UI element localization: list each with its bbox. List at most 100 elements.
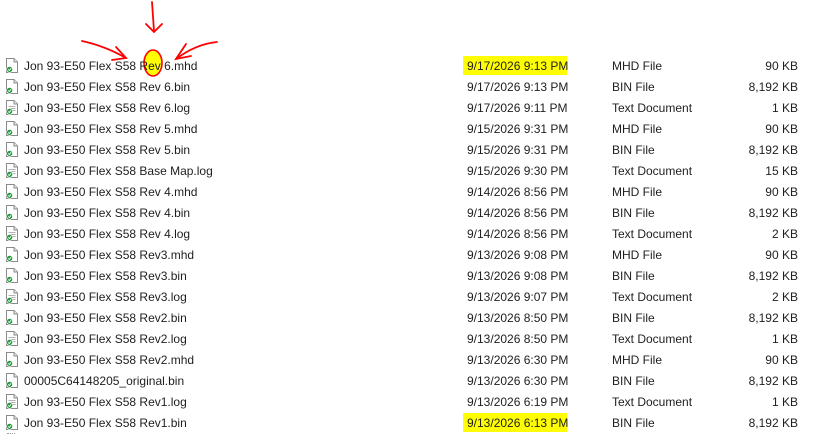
file-row-9[interactable]: Jon 93-E50 Flex S58 Rev 4.log 9/14/2026 …: [0, 223, 817, 244]
file-size: 8,192 KB: [748, 206, 798, 220]
file-name: Jon 93-E50 Flex S58 Rev 4.bin: [24, 206, 191, 220]
text-document-icon: [6, 100, 18, 115]
file-type: MHD File: [612, 353, 662, 367]
file-name: Jon 93-E50 Flex S58 Rev 4.log: [24, 227, 191, 241]
generic-file-icon: [6, 121, 18, 136]
file-size: 15 KB: [765, 164, 798, 178]
file-size: 90 KB: [765, 122, 798, 136]
file-type: BIN File: [612, 143, 655, 157]
file-date-modified: 9/13/2026 6:30 PM: [467, 353, 569, 367]
generic-file-icon: [6, 142, 18, 157]
file-date-modified: 9/13/2026 6:13 PM: [467, 416, 569, 430]
file-size: 8,192 KB: [748, 311, 798, 325]
file-type: Text Document: [612, 290, 693, 304]
file-size: 8,192 KB: [748, 80, 798, 94]
file-name: Jon 93-E50 Flex S58 Rev 5.mhd: [24, 122, 198, 136]
file-date-modified: 9/15/2026 9:30 PM: [467, 164, 569, 178]
file-type: BIN File: [612, 416, 655, 430]
file-date-modified: 9/13/2026 9:08 PM: [467, 248, 569, 262]
file-size: 1 KB: [771, 101, 798, 115]
file-name: Jon 93-E50 Flex S58 Rev3.bin: [24, 269, 187, 283]
file-type: MHD File: [612, 59, 662, 73]
file-date-modified: 9/13/2026 8:50 PM: [467, 311, 569, 325]
file-row-5[interactable]: Jon 93-E50 Flex S58 Rev 5.bin 9/15/2026 …: [0, 139, 817, 160]
file-row-7[interactable]: Jon 93-E50 Flex S58 Rev 4.mhd 9/14/2026 …: [0, 181, 817, 202]
file-date-modified: 9/14/2026 8:56 PM: [467, 206, 569, 220]
file-date-modified: 9/13/2026 6:19 PM: [467, 395, 569, 409]
file-type: BIN File: [612, 80, 655, 94]
file-date-modified: 9/13/2026 8:50 PM: [467, 332, 569, 346]
file-row-18[interactable]: Jon 93-E50 Flex S58 Rev1.bin 9/13/2026 6…: [0, 412, 817, 433]
generic-file-icon: [6, 205, 18, 220]
generic-file-icon: [6, 310, 18, 325]
generic-file-icon: [6, 184, 18, 199]
file-date-modified: 9/15/2026 9:31 PM: [467, 122, 569, 136]
file-row-13[interactable]: Jon 93-E50 Flex S58 Rev2.bin 9/13/2026 8…: [0, 307, 817, 328]
file-name: Jon 93-E50 Flex S58 Rev1.log: [24, 395, 187, 409]
file-row-10[interactable]: Jon 93-E50 Flex S58 Rev3.mhd 9/13/2026 9…: [0, 244, 817, 265]
file-size: 2 KB: [771, 290, 798, 304]
arrow-down: [145, 1, 163, 34]
file-name: Jon 93-E50 Flex S58 Base Map.log: [24, 164, 213, 178]
file-row-15[interactable]: Jon 93-E50 Flex S58 Rev2.mhd 9/13/2026 6…: [0, 349, 817, 370]
file-type: BIN File: [612, 206, 655, 220]
file-name: 00005C64148205_original.bin: [24, 374, 185, 388]
file-row-4[interactable]: Jon 93-E50 Flex S58 Rev 5.mhd 9/15/2026 …: [0, 118, 817, 139]
file-name: Jon 93-E50 Flex S58 Rev 6.bin: [24, 80, 191, 94]
generic-file-icon: [6, 247, 18, 262]
file-date-modified: 9/14/2026 8:56 PM: [467, 185, 569, 199]
file-row-12[interactable]: Jon 93-E50 Flex S58 Rev3.log 9/13/2026 9…: [0, 286, 817, 307]
file-name: Jon 93-E50 Flex S58 Rev2.bin: [24, 311, 187, 325]
file-row-2[interactable]: Jon 93-E50 Flex S58 Rev 6.bin 9/17/2026 …: [0, 76, 817, 97]
file-date-modified: 9/13/2026 9:07 PM: [467, 290, 569, 304]
file-type: Text Document: [612, 164, 693, 178]
file-type: Text Document: [612, 227, 693, 241]
file-name: Jon 93-E50 Flex S58 Rev 6.mhd: [24, 59, 198, 73]
file-date-modified: 9/13/2026 9:08 PM: [467, 269, 569, 283]
list-end-marker: [7, 433, 15, 434]
file-type: BIN File: [612, 311, 655, 325]
file-size: 8,192 KB: [748, 269, 798, 283]
generic-file-icon: [6, 268, 18, 283]
file-type: BIN File: [612, 269, 655, 283]
file-size: 90 KB: [765, 248, 798, 262]
text-document-icon: [6, 331, 18, 346]
file-size: 90 KB: [765, 59, 798, 73]
file-type: Text Document: [612, 101, 693, 115]
file-date-modified: 9/17/2026 9:13 PM: [467, 59, 569, 73]
text-document-icon: [6, 163, 18, 178]
file-row-17[interactable]: Jon 93-E50 Flex S58 Rev1.log 9/13/2026 6…: [0, 391, 817, 412]
file-size: 1 KB: [771, 332, 798, 346]
generic-file-icon: [6, 352, 18, 367]
generic-file-icon: [6, 79, 18, 94]
file-row-3[interactable]: Jon 93-E50 Flex S58 Rev 6.log 9/17/2026 …: [0, 97, 817, 118]
file-row-1[interactable]: Jon 93-E50 Flex S58 Rev 6.mhd 9/17/2026 …: [0, 55, 817, 76]
file-date-modified: 9/17/2026 9:13 PM: [467, 80, 569, 94]
file-type: MHD File: [612, 185, 662, 199]
generic-file-icon: [6, 373, 18, 388]
text-document-icon: [6, 226, 18, 241]
file-name: Jon 93-E50 Flex S58 Rev3.log: [24, 290, 187, 304]
file-list: Jon 93-E50 Flex S58 Rev 6.mhd 9/17/2026 …: [0, 55, 817, 433]
file-size: 8,192 KB: [748, 374, 798, 388]
file-row-6[interactable]: Jon 93-E50 Flex S58 Base Map.log 9/15/20…: [0, 160, 817, 181]
file-row-8[interactable]: Jon 93-E50 Flex S58 Rev 4.bin 9/14/2026 …: [0, 202, 817, 223]
file-type: Text Document: [612, 332, 693, 346]
file-size: 1 KB: [771, 395, 798, 409]
file-name: Jon 93-E50 Flex S58 Rev 4.mhd: [24, 185, 198, 199]
file-name: Jon 93-E50 Flex S58 Rev1.bin: [24, 416, 187, 430]
file-type: BIN File: [612, 374, 655, 388]
file-row-16[interactable]: 00005C64148205_original.bin 9/13/2026 6:…: [0, 370, 817, 391]
file-date-modified: 9/14/2026 8:56 PM: [467, 227, 569, 241]
file-date-modified: 9/17/2026 9:11 PM: [467, 101, 568, 115]
file-size: 90 KB: [765, 185, 798, 199]
file-row-11[interactable]: Jon 93-E50 Flex S58 Rev3.bin 9/13/2026 9…: [0, 265, 817, 286]
file-type: MHD File: [612, 248, 662, 262]
file-date-modified: 9/13/2026 6:30 PM: [467, 374, 569, 388]
file-size: 2 KB: [771, 227, 798, 241]
generic-file-icon: [6, 58, 18, 73]
file-size: 90 KB: [765, 353, 798, 367]
file-row-14[interactable]: Jon 93-E50 Flex S58 Rev2.log 9/13/2026 8…: [0, 328, 817, 349]
file-type: MHD File: [612, 122, 662, 136]
file-date-modified: 9/15/2026 9:31 PM: [467, 143, 569, 157]
